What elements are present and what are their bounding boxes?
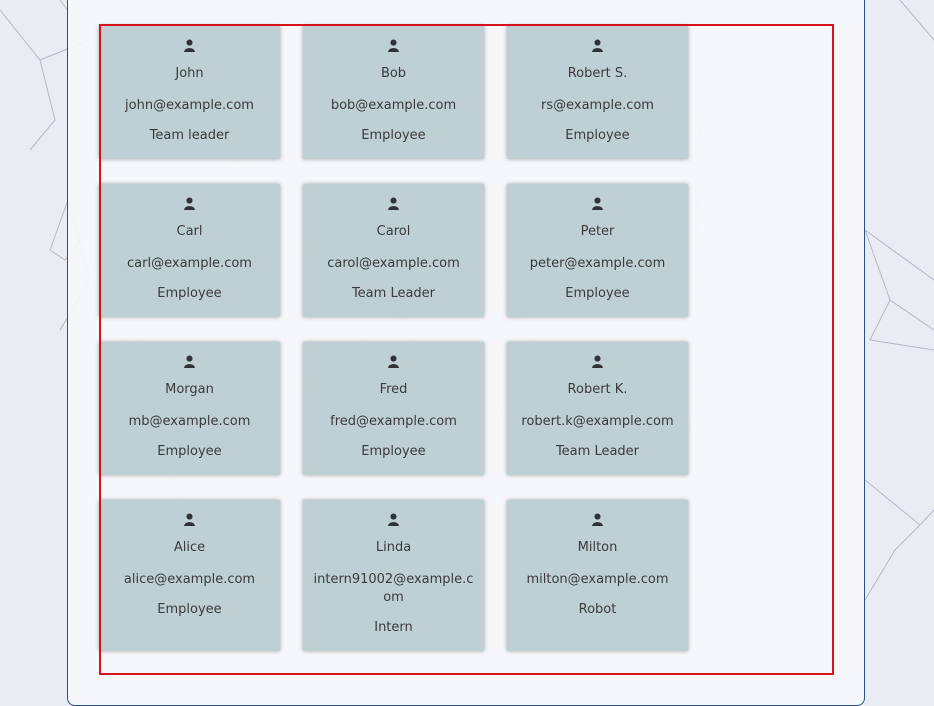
user-name: Linda	[375, 540, 412, 555]
user-card[interactable]: John john@example.com Team leader	[99, 26, 280, 159]
user-email: carol@example.com	[327, 256, 460, 271]
user-role: Team Leader	[555, 444, 640, 459]
user-card[interactable]: Peter peter@example.com Employee	[507, 184, 688, 317]
user-name: Fred	[379, 382, 408, 397]
user-icon	[592, 513, 603, 526]
user-icon	[388, 39, 399, 52]
user-icon	[388, 513, 399, 526]
user-icon	[592, 355, 603, 368]
user-card[interactable]: Carol carol@example.com Team Leader	[303, 184, 484, 317]
user-email: fred@example.com	[330, 414, 457, 429]
user-icon	[592, 39, 603, 52]
user-name: Morgan	[165, 382, 214, 397]
user-email: milton@example.com	[526, 572, 669, 587]
user-name: John	[175, 66, 204, 81]
user-role: Employee	[361, 444, 426, 459]
user-name: Robert S.	[567, 66, 628, 81]
user-email: alice@example.com	[123, 572, 256, 587]
user-icon	[388, 355, 399, 368]
user-email: carl@example.com	[127, 256, 252, 271]
user-name: Robert K.	[567, 382, 628, 397]
user-email: mb@example.com	[128, 414, 251, 429]
user-card[interactable]: Robert S. rs@example.com Employee	[507, 26, 688, 159]
user-role: Employee	[565, 128, 630, 143]
user-icon	[184, 39, 195, 52]
user-name: Milton	[577, 540, 618, 555]
user-name: Peter	[580, 224, 615, 239]
user-role: Employee	[157, 444, 222, 459]
user-name: Bob	[380, 66, 407, 81]
user-email: robert.k@example.com	[521, 414, 674, 429]
user-card[interactable]: Milton milton@example.com Robot	[507, 500, 688, 651]
user-name: Alice	[173, 540, 206, 555]
user-card[interactable]: Morgan mb@example.com Employee	[99, 342, 280, 475]
user-card[interactable]: Carl carl@example.com Employee	[99, 184, 280, 317]
user-role: Employee	[157, 602, 222, 617]
user-card[interactable]: Robert K. robert.k@example.com Team Lead…	[507, 342, 688, 475]
user-role: Robot	[578, 602, 617, 617]
user-email: john@example.com	[125, 98, 254, 113]
user-card[interactable]: Bob bob@example.com Employee	[303, 26, 484, 159]
user-name: Carl	[176, 224, 203, 239]
user-email: peter@example.com	[529, 256, 666, 271]
user-card[interactable]: Alice alice@example.com Employee	[99, 500, 280, 651]
user-email: rs@example.com	[541, 98, 654, 113]
user-icon	[388, 197, 399, 210]
user-name: Carol	[376, 224, 411, 239]
user-role: Team leader	[149, 128, 230, 143]
user-icon	[184, 355, 195, 368]
user-role: Employee	[157, 286, 222, 301]
user-icon	[184, 197, 195, 210]
user-email: bob@example.com	[330, 98, 457, 113]
user-card[interactable]: Linda intern91002@example.com Intern	[303, 500, 484, 651]
user-role: Team Leader	[351, 286, 436, 301]
user-card[interactable]: Fred fred@example.com Employee	[303, 342, 484, 475]
user-role: Employee	[565, 286, 630, 301]
user-email: intern91002@example.com	[313, 572, 474, 605]
user-icon	[592, 197, 603, 210]
user-role: Employee	[361, 128, 426, 143]
user-role: Intern	[374, 620, 413, 635]
user-icon	[184, 513, 195, 526]
